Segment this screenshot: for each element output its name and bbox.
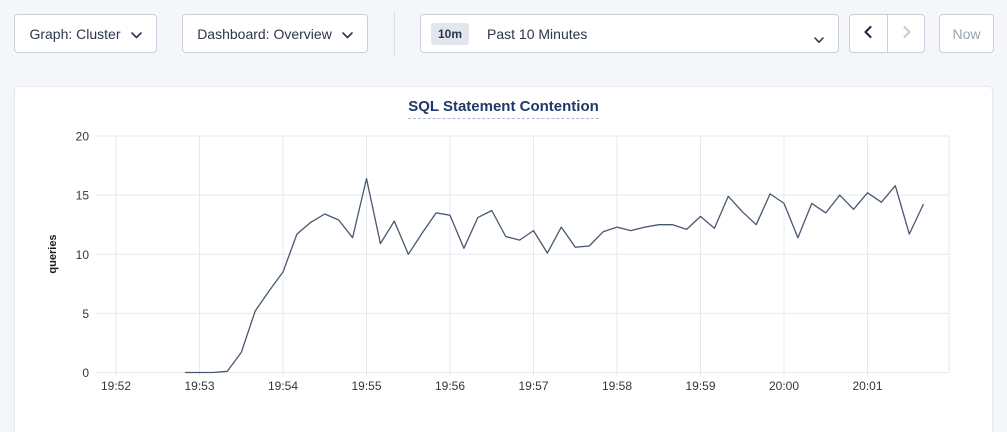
chevron-down-icon (814, 31, 824, 47)
y-tick-label: 20 (76, 130, 90, 144)
y-tick-label: 10 (76, 248, 90, 262)
time-range-label: Past 10 Minutes (487, 26, 587, 42)
dashboard-dropdown-label: Dashboard: Overview (197, 26, 332, 42)
chevron-down-icon (131, 26, 142, 42)
time-range-badge: 10m (431, 23, 469, 45)
x-tick-label: 19:52 (101, 379, 131, 393)
time-nav-group (849, 14, 925, 53)
toolbar-divider (394, 12, 395, 55)
x-tick-label: 19:57 (518, 379, 548, 393)
chart-canvas[interactable]: 0 5 10 15 20 19:52 19:53 19:54 19:55 19:56 19:57 19… (15, 87, 994, 432)
toolbar: Graph: Cluster Dashboard: Overview 10m P… (0, 0, 1007, 53)
time-back-button[interactable] (850, 15, 887, 52)
x-tick-label: 19:59 (685, 379, 715, 393)
chart-title[interactable]: SQL Statement Contention (408, 98, 599, 119)
y-axis-label: queries (47, 234, 59, 273)
dashboard-dropdown[interactable]: Dashboard: Overview (182, 14, 368, 53)
y-tick-label: 0 (82, 366, 89, 380)
y-tick-label: 5 (82, 307, 89, 321)
x-tick-label: 19:55 (351, 379, 381, 393)
chevron-down-icon (342, 26, 353, 42)
now-button[interactable]: Now (939, 14, 994, 53)
chart-plot-area[interactable] (96, 136, 949, 373)
x-tick-label: 19:56 (435, 379, 465, 393)
x-tick-label: 19:53 (184, 379, 214, 393)
graph-dropdown-label: Graph: Cluster (29, 26, 120, 42)
time-forward-button[interactable] (887, 15, 924, 52)
graph-dropdown[interactable]: Graph: Cluster (14, 14, 157, 53)
chevron-right-icon (900, 25, 913, 42)
time-range-selector[interactable]: 10m Past 10 Minutes (420, 14, 839, 53)
chart-title-row: SQL Statement Contention (15, 87, 992, 119)
chevron-left-icon (862, 25, 875, 42)
x-tick-label: 20:01 (852, 379, 882, 393)
y-tick-label: 15 (76, 189, 90, 203)
x-tick-label: 19:54 (268, 379, 298, 393)
x-tick-label: 19:58 (602, 379, 632, 393)
chart-card: SQL Statement Contention 0 5 10 15 20 19:52 19… (14, 86, 993, 432)
x-tick-label: 20:00 (769, 379, 799, 393)
